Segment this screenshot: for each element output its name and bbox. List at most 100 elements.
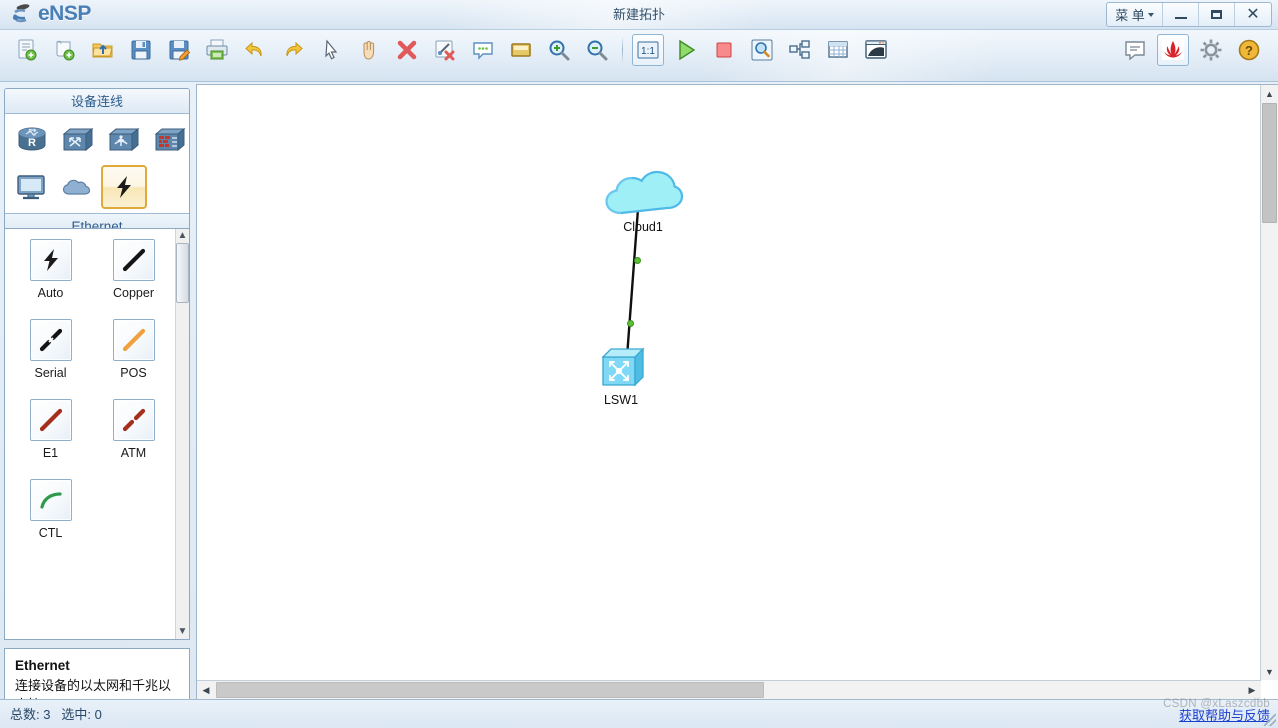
help-button[interactable]: ? bbox=[1233, 34, 1265, 66]
cable-atm-icon bbox=[112, 399, 155, 441]
canvas-hscroll-thumb[interactable] bbox=[216, 682, 764, 698]
new-from-template-button[interactable] bbox=[49, 34, 81, 66]
node-lsw1[interactable]: LSW1 bbox=[599, 343, 655, 407]
cable-list-panel: Auto Copper Serial POS E1 ATM CTL ▲ ▼ bbox=[4, 228, 190, 640]
topology-canvas[interactable]: Cloud1 LSW1 bbox=[197, 85, 1261, 680]
cable-atm-item[interactable]: ATM bbox=[92, 399, 175, 479]
link-status-dot-near-switch bbox=[627, 320, 634, 327]
feedback-button[interactable] bbox=[1119, 34, 1151, 66]
node-cloud1[interactable]: Cloud1 bbox=[601, 161, 685, 239]
toolbar-separator bbox=[622, 36, 623, 64]
window-resize-grip[interactable] bbox=[1264, 714, 1276, 726]
zoom-out-button[interactable] bbox=[581, 34, 613, 66]
add-shape-button[interactable] bbox=[505, 34, 537, 66]
cable-e1-label: E1 bbox=[42, 446, 59, 460]
print-button[interactable] bbox=[201, 34, 233, 66]
delete-link-button[interactable] bbox=[429, 34, 461, 66]
status-total-label: 总数: bbox=[10, 707, 40, 722]
device-sidebar: 设备连线 R Ethernet Auto Copper Serial POS E… bbox=[0, 82, 196, 728]
sidebar-device-wlan[interactable] bbox=[101, 119, 147, 163]
cable-ctl-item[interactable]: CTL bbox=[9, 479, 92, 559]
status-selected-label: 选中: bbox=[61, 707, 91, 722]
delete-button[interactable] bbox=[391, 34, 423, 66]
connection-bolt-icon bbox=[117, 176, 131, 198]
cable-e1-icon bbox=[29, 399, 72, 441]
topology-tree-icon bbox=[789, 40, 810, 59]
start-device-icon bbox=[679, 39, 696, 61]
close-icon: ✕ bbox=[1246, 5, 1260, 23]
cable-scroll-thumb[interactable] bbox=[176, 243, 189, 303]
topology-tree-button[interactable] bbox=[784, 34, 816, 66]
sidebar-device-terminal[interactable] bbox=[9, 165, 55, 209]
canvas-scroll-up-button[interactable]: ▲ bbox=[1260, 85, 1278, 102]
terminal-icon bbox=[17, 175, 45, 200]
cable-list-scrollbar[interactable]: ▲ ▼ bbox=[175, 229, 189, 639]
status-selected-value: 0 bbox=[94, 707, 102, 722]
sidebar-device-cloud[interactable] bbox=[55, 165, 101, 209]
console-icon bbox=[865, 40, 887, 59]
zoom-reset-icon: 1:1 bbox=[637, 41, 659, 59]
stop-device-button[interactable] bbox=[708, 34, 740, 66]
canvas-scroll-down-button[interactable]: ▼ bbox=[1260, 663, 1278, 680]
title-bar: eNSP 新建拓扑 菜 单 ✕ bbox=[0, 0, 1278, 30]
help-icon: ? bbox=[1238, 39, 1260, 61]
cable-auto-item[interactable]: Auto bbox=[9, 239, 92, 319]
cable-copper-item[interactable]: Copper bbox=[92, 239, 175, 319]
save-button[interactable] bbox=[125, 34, 157, 66]
svg-text:R: R bbox=[28, 137, 36, 149]
delete-link-icon bbox=[435, 40, 455, 61]
canvas-horizontal-scrollbar[interactable]: ◀ ▶ bbox=[197, 680, 1261, 699]
open-folder-button[interactable] bbox=[87, 34, 119, 66]
scroll-up-icon[interactable]: ▲ bbox=[178, 231, 188, 241]
firewall-icon bbox=[154, 127, 186, 152]
cable-pos-item[interactable]: POS bbox=[92, 319, 175, 399]
description-title: Ethernet bbox=[15, 658, 70, 673]
save-icon bbox=[131, 40, 151, 60]
menu-button[interactable]: 菜 单 bbox=[1107, 3, 1163, 26]
menu-button-label: 菜 单 bbox=[1115, 8, 1145, 23]
sidebar-device-firewall[interactable] bbox=[147, 119, 189, 163]
sidebar-device-router[interactable]: R bbox=[9, 119, 55, 163]
console-button[interactable] bbox=[860, 34, 892, 66]
svg-text:?: ? bbox=[1245, 43, 1253, 58]
add-note-button[interactable] bbox=[467, 34, 499, 66]
cable-serial-label: Serial bbox=[34, 366, 67, 380]
redo-button[interactable] bbox=[277, 34, 309, 66]
grid-button[interactable] bbox=[822, 34, 854, 66]
cable-e1-item[interactable]: E1 bbox=[9, 399, 92, 479]
toolbar-left-group: 1:1 bbox=[8, 34, 895, 66]
start-device-button[interactable] bbox=[670, 34, 702, 66]
window-controls: 菜 单 ✕ bbox=[1106, 2, 1272, 27]
sidebar-device-connection[interactable] bbox=[101, 165, 147, 209]
save-as-icon bbox=[169, 40, 191, 61]
pan-hand-button[interactable] bbox=[353, 34, 385, 66]
chevron-down-icon bbox=[1147, 12, 1154, 17]
maximize-icon bbox=[1211, 10, 1222, 19]
packet-capture-button[interactable] bbox=[746, 34, 778, 66]
canvas-vertical-scrollbar[interactable]: ▲ ▼ bbox=[1260, 85, 1278, 680]
close-button[interactable]: ✕ bbox=[1235, 3, 1271, 26]
cable-serial-item[interactable]: Serial bbox=[9, 319, 92, 399]
canvas-scroll-right-button[interactable]: ▶ bbox=[1243, 681, 1261, 699]
select-pointer-button[interactable] bbox=[315, 34, 347, 66]
zoom-reset-button[interactable]: 1:1 bbox=[632, 34, 664, 66]
settings-button[interactable] bbox=[1195, 34, 1227, 66]
sidebar-device-switch[interactable] bbox=[55, 119, 101, 163]
node-lsw1-label: LSW1 bbox=[603, 393, 639, 407]
help-feedback-link[interactable]: 获取帮助与反馈 bbox=[1179, 700, 1270, 728]
cable-atm-label: ATM bbox=[120, 446, 147, 460]
maximize-button[interactable] bbox=[1199, 3, 1235, 26]
save-as-button[interactable] bbox=[163, 34, 195, 66]
minimize-button[interactable] bbox=[1163, 3, 1199, 26]
cable-auto-icon bbox=[29, 239, 72, 281]
new-topology-button[interactable] bbox=[11, 34, 43, 66]
huawei-logo-button[interactable] bbox=[1157, 34, 1189, 66]
scroll-down-icon[interactable]: ▼ bbox=[178, 627, 188, 637]
device-panel-title: 设备连线 bbox=[5, 89, 189, 114]
zoom-out-icon bbox=[587, 40, 608, 61]
zoom-in-button[interactable] bbox=[543, 34, 575, 66]
undo-button[interactable] bbox=[239, 34, 271, 66]
print-icon bbox=[206, 39, 228, 60]
canvas-vscroll-thumb[interactable] bbox=[1262, 103, 1277, 223]
canvas-scroll-left-button[interactable]: ◀ bbox=[197, 681, 215, 699]
